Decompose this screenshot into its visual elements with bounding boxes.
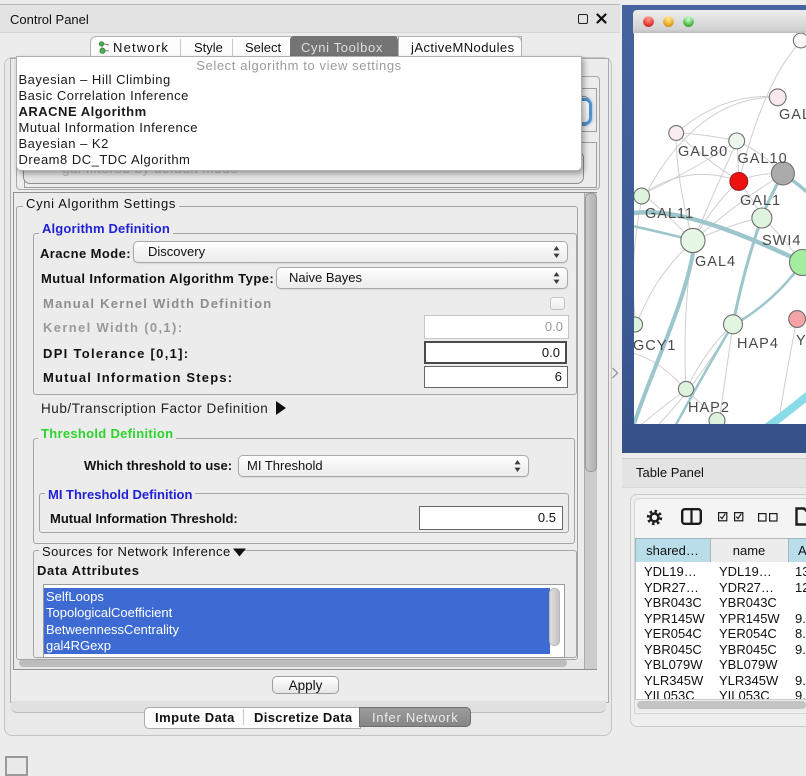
svg-text:HAP2: HAP2 <box>688 400 730 416</box>
svg-text:GAL11: GAL11 <box>645 206 694 222</box>
svg-text:GCY1: GCY1 <box>634 338 677 354</box>
svg-text:Y: Y <box>796 333 806 349</box>
svg-text:SWI4: SWI4 <box>762 233 801 249</box>
svg-text:GAL80: GAL80 <box>678 144 728 160</box>
svg-text:HAP4: HAP4 <box>737 336 779 352</box>
svg-text:GAL1: GAL1 <box>740 193 781 209</box>
svg-text:GAL2: GAL2 <box>779 107 806 123</box>
svg-text:GAL10: GAL10 <box>738 151 788 167</box>
svg-text:GAL4: GAL4 <box>695 254 736 270</box>
